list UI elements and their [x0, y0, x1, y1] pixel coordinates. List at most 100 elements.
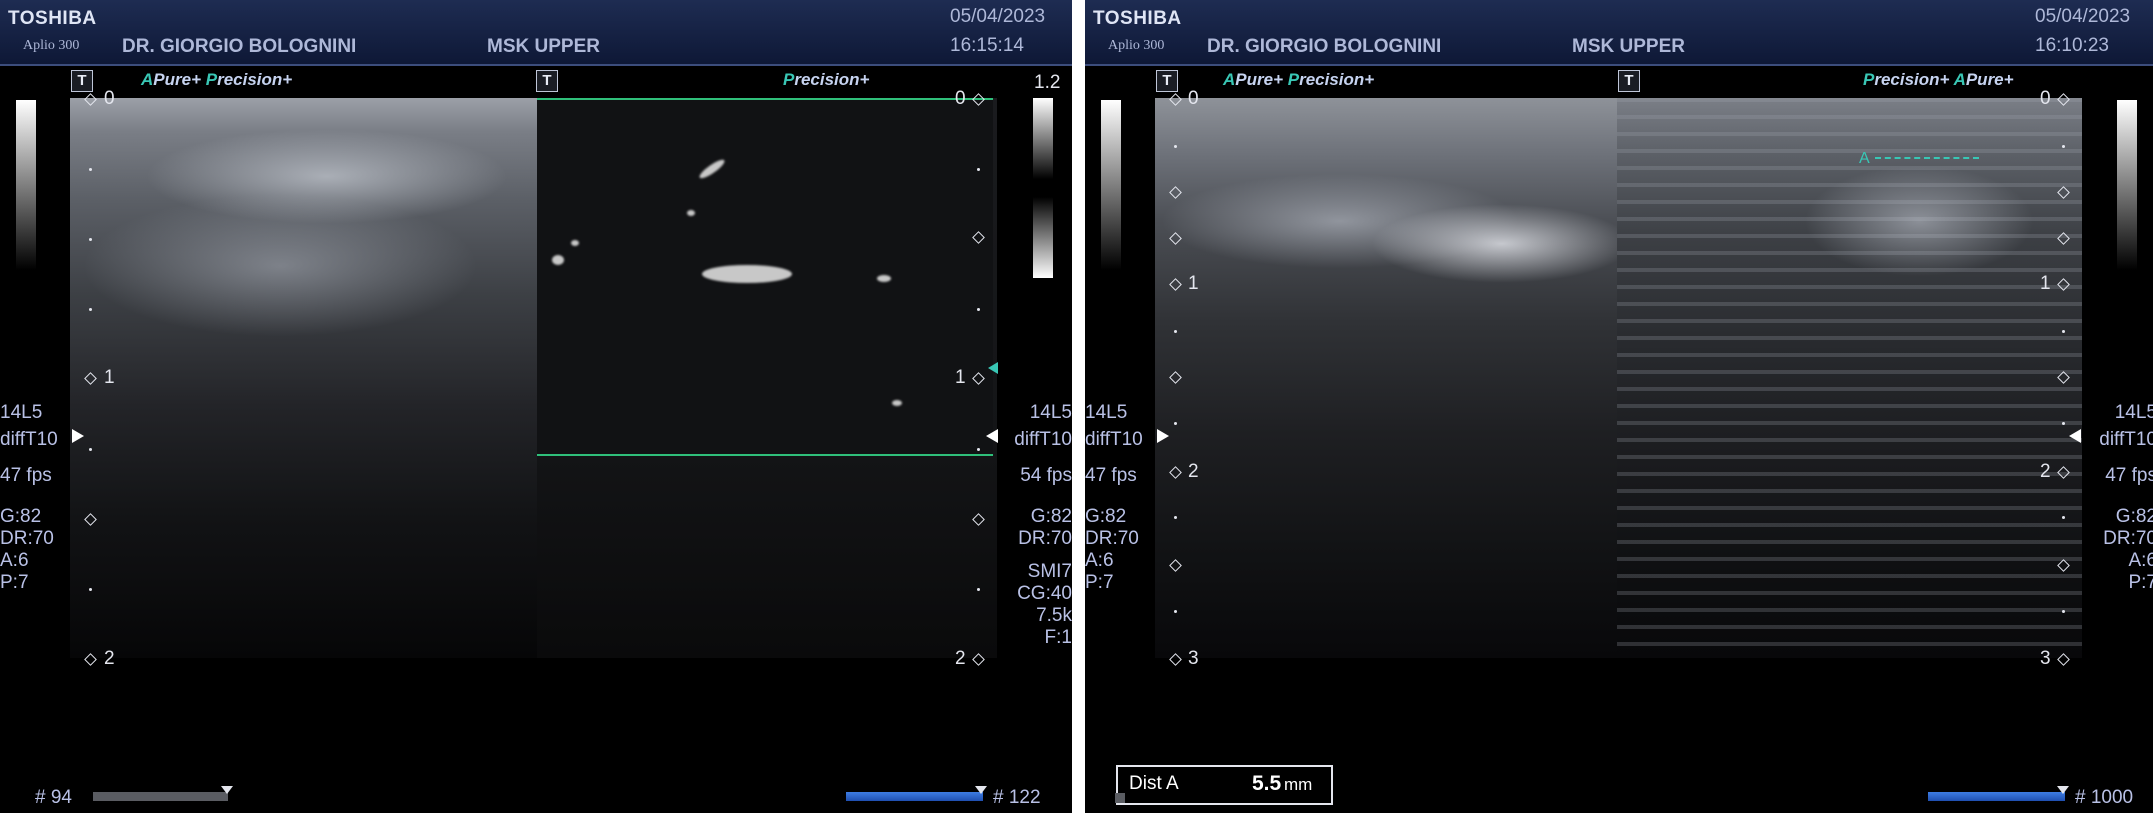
depth-tick [1174, 330, 1177, 333]
fps-label: 47 fps [2105, 465, 2153, 486]
a-label: A:6 [2128, 550, 2153, 571]
depth-tick [1174, 610, 1177, 613]
probe-label: 14L5 [0, 402, 43, 423]
filter-label: diffT10 [1014, 429, 1072, 450]
flow-signal [877, 275, 891, 282]
cine-caret-icon[interactable] [221, 786, 233, 794]
depth-label: 2 [955, 648, 966, 669]
fps-label: 47 fps [1085, 465, 1137, 486]
depth-label: 1 [2040, 273, 2051, 294]
dr-label: DR:70 [1085, 528, 1139, 549]
brand-logo: TOSHIBA [1093, 8, 1182, 29]
cg-label: CG:40 [1017, 583, 1072, 604]
exam-preset: MSK UPPER [1572, 36, 1685, 57]
depth-label: 0 [955, 88, 966, 109]
cine-caret-icon[interactable] [975, 786, 987, 794]
depth-tick [89, 448, 92, 451]
cine-bar-right[interactable] [846, 792, 983, 801]
dr-label: DR:70 [1018, 528, 1072, 549]
params-left: 14L5 diffT10 47 fps G:82 DR:70 A:6 P:7 [1085, 402, 1143, 594]
p-label: P:7 [1085, 572, 1114, 593]
transducer-orientation-icon: T [1618, 70, 1640, 92]
mode-label-left: APure+ Precision+ [1223, 70, 1375, 89]
cine-bar-right[interactable] [1928, 792, 2065, 801]
flow-signal [702, 265, 792, 283]
depth-label: 2 [1188, 461, 1199, 482]
depth-label: 0 [2040, 88, 2051, 109]
p-label: P:7 [2128, 572, 2153, 593]
gain-label: G:82 [1085, 506, 1127, 527]
depth-tick [89, 238, 92, 241]
smi-mode-label: SMI7 [1027, 561, 1072, 582]
filter-label: diffT10 [0, 429, 58, 450]
device-model: Aplio 300 [1108, 38, 1165, 53]
depth-tick [1174, 422, 1177, 425]
dr-label: DR:70 [0, 528, 54, 549]
flow-signal [552, 255, 564, 265]
frame-count-right: # 122 [993, 787, 1041, 808]
focus-arrow-icon[interactable] [1157, 429, 1169, 443]
depth-tick [2062, 516, 2065, 519]
panel-header: TOSHIBA Aplio 300 DR. GIORGIO BOLOGNINI … [1085, 0, 2153, 66]
measurement-result-box: Dist A 5.5 mm [1116, 765, 1333, 805]
depth-label: 1 [955, 367, 966, 388]
depth-label: 2 [2040, 461, 2051, 482]
depth-tick [2062, 145, 2065, 148]
fps-label: 47 fps [0, 465, 52, 486]
doctor-name: DR. GIORGIO BOLOGNINI [122, 36, 357, 57]
caliper-line[interactable] [1875, 157, 1979, 159]
p-label: P:7 [0, 572, 29, 593]
measurement-label: Dist A [1129, 773, 1179, 794]
focus-arrow-icon[interactable] [986, 429, 998, 443]
cine-caret-icon[interactable] [2057, 786, 2069, 794]
params-left: 14L5 diffT10 47 fps G:82 DR:70 A:6 P:7 [0, 402, 58, 594]
exam-time: 16:15:14 [950, 35, 1024, 56]
transducer-orientation-icon: T [1156, 70, 1178, 92]
params-right: 14L5 diffT10 54 fps G:82 DR:70 SMI7 CG:4… [1014, 402, 1072, 649]
prf-label: 7.5k [1036, 605, 1072, 626]
brand-logo: TOSHIBA [8, 8, 97, 29]
smi-doppler-box[interactable] [537, 98, 993, 456]
cine-start-marker [1115, 793, 1125, 803]
f-label: F:1 [1044, 627, 1072, 648]
gain-label: G:82 [2115, 506, 2153, 527]
depth-label: 2 [104, 648, 115, 669]
mode-label-right: Precision+ [783, 70, 870, 89]
depth-tick [89, 168, 92, 171]
exam-preset: MSK UPPER [487, 36, 600, 57]
mode-label-left: APure+ Precision+ [141, 70, 293, 89]
flow-signal [571, 240, 579, 246]
params-right: 14L5 diffT10 47 fps G:82 DR:70 A:6 P:7 [2099, 402, 2153, 594]
gain-label: G:82 [0, 506, 42, 527]
bmode-image-left[interactable] [1155, 98, 1617, 658]
mode-label-right: Precision+ APure+ [1863, 70, 2014, 89]
depth-label: 0 [104, 88, 115, 109]
measurement-unit: mm [1284, 775, 1313, 794]
probe-label: 14L5 [2114, 402, 2153, 423]
depth-tick [977, 168, 980, 171]
flow-signal [697, 157, 727, 181]
cine-bar-left[interactable] [93, 792, 228, 801]
depth-label: 1 [104, 367, 115, 388]
flow-signal [892, 400, 902, 406]
focus-caret-icon [988, 362, 998, 374]
probe-label: 14L5 [1029, 402, 1072, 423]
exam-date: 05/04/2023 [2035, 6, 2131, 27]
focus-arrow-icon[interactable] [2069, 429, 2081, 443]
caliper-label: A [1859, 150, 1870, 167]
bmode-image-right[interactable] [1617, 98, 2082, 658]
depth-tick [2062, 422, 2065, 425]
measurement-value: 5.5 [1252, 772, 1282, 795]
focus-arrow-icon[interactable] [72, 429, 84, 443]
bmode-image-left[interactable] [70, 98, 537, 658]
depth-tick [977, 308, 980, 311]
grayscale-bar [16, 100, 36, 270]
depth-tick [89, 588, 92, 591]
smi-color-scale [1033, 98, 1053, 278]
dr-label: DR:70 [2103, 528, 2153, 549]
grayscale-bar [2117, 100, 2137, 270]
a-label: A:6 [1085, 550, 1114, 571]
grayscale-bar [1101, 100, 1121, 270]
transducer-orientation-icon: T [71, 70, 93, 92]
frame-count-left: # 94 [35, 787, 72, 808]
